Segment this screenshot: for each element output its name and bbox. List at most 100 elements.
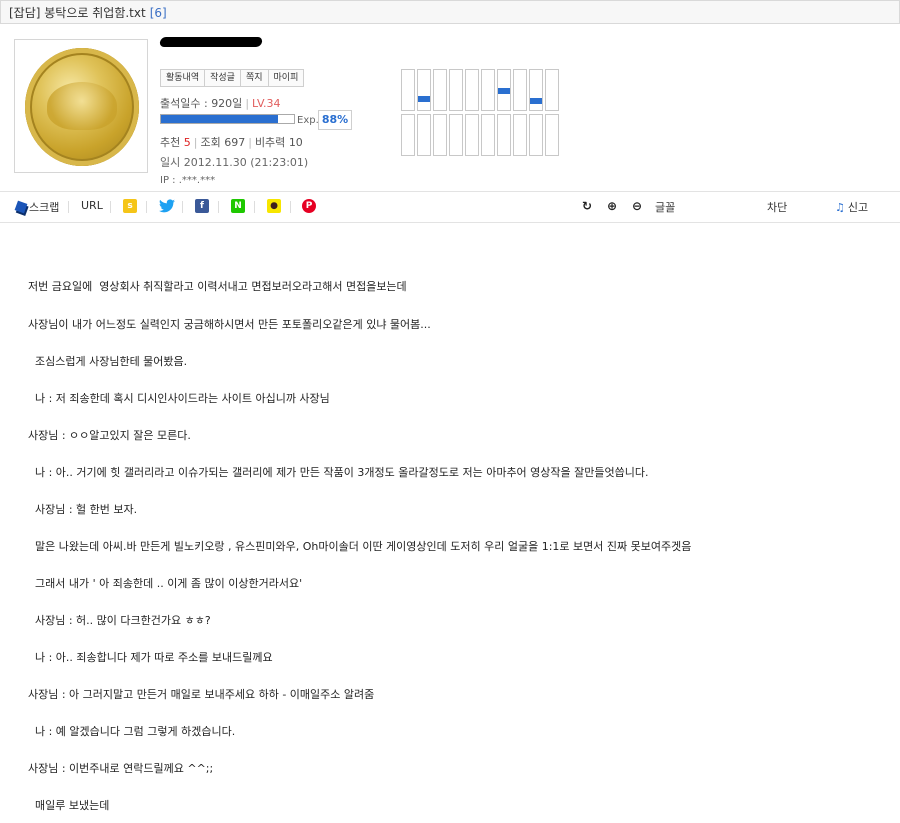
url-button[interactable]: URL bbox=[81, 199, 103, 212]
activity-cell bbox=[417, 114, 431, 156]
activity-cell bbox=[449, 114, 463, 156]
block-label: 차단 bbox=[767, 201, 788, 214]
post-title-bar: [잡담] 봉탁으로 취업함.txt [6] bbox=[0, 0, 900, 24]
eagle-emblem bbox=[47, 82, 117, 130]
tab-activity[interactable]: 활동내역 bbox=[160, 69, 206, 87]
kakaostory-icon: s bbox=[123, 199, 137, 213]
zoom-in-icon: ⊕ bbox=[607, 199, 618, 213]
body-line: 나 : 아.. 거기에 힛 갤러리라고 이슈가되는 갤러리에 제가 만든 작품이… bbox=[28, 466, 649, 479]
activity-cell bbox=[433, 114, 447, 156]
post-ip: IP : .***.*** bbox=[160, 175, 216, 186]
refresh-icon: ↻ bbox=[582, 199, 593, 213]
tab-posts[interactable]: 작성글 bbox=[204, 69, 241, 87]
font-label: 글꼴 bbox=[655, 201, 676, 214]
body-line: 사장님 : 아 그러지말고 만든거 매일로 보내주세요 하하 - 이매일주소 알… bbox=[28, 688, 375, 701]
exp-label: Exp. bbox=[297, 115, 319, 126]
post-title: [잡담] 봉탁으로 취업함.txt [6] bbox=[9, 4, 167, 21]
share-twitter-button[interactable] bbox=[159, 199, 175, 213]
body-line: 사장님이 내가 어느정도 실력인지 궁금해하시면서 만든 포토폴리오같은게 있냐… bbox=[28, 318, 431, 331]
activity-cell bbox=[497, 69, 511, 111]
activity-cell bbox=[529, 69, 543, 111]
zoom-out-icon: ⊖ bbox=[632, 199, 643, 213]
exp-progress-bar bbox=[160, 114, 295, 124]
post-stats: 추천 5 | 조회 697 | 비추력 10 bbox=[160, 136, 303, 149]
body-line: 사장님 : 허.. 많이 다크한건가요 ㅎㅎ? bbox=[28, 614, 211, 627]
block-button[interactable]: 차단 bbox=[767, 199, 787, 215]
share-kakaostory-button[interactable]: s bbox=[123, 199, 137, 213]
body-line: 저번 금요일에 영상회사 취직할라고 이력서내고 면접보러오라고해서 면접을보는… bbox=[28, 280, 407, 293]
body-line: 나 : 아.. 죄송합니다 제가 따로 주소를 보내드릴께요 bbox=[28, 651, 273, 664]
activity-level bbox=[418, 96, 430, 102]
activity-cell bbox=[401, 69, 415, 111]
level-badge: LV.34 bbox=[252, 97, 281, 110]
body-line: 사장님 : ㅇㅇ알고있지 잘은 모른다. bbox=[28, 429, 191, 442]
activity-cell bbox=[449, 69, 463, 111]
body-line: 그래서 내가 ' 아 죄송한데 .. 이게 좀 많이 이상한거라서요' bbox=[28, 577, 303, 590]
views-value: 697 bbox=[224, 136, 246, 149]
post-title-text: [잡담] 봉탁으로 취업함.txt bbox=[9, 6, 146, 20]
post-date: 일시 2012.11.30 (21:23:01) bbox=[160, 156, 309, 169]
body-line: 말은 나왔는데 아씨.바 만든게 빌노키오랑 , 유스핀미와우, Oh마이솔더 … bbox=[28, 540, 692, 553]
activity-cell bbox=[465, 114, 479, 156]
activity-cell bbox=[433, 69, 447, 111]
activity-grid bbox=[401, 69, 563, 157]
exp-progress-fill bbox=[161, 115, 279, 123]
body-line: 매일루 보냈는데 bbox=[28, 799, 110, 812]
facebook-icon: f bbox=[195, 199, 209, 213]
views-label: 조회 bbox=[200, 136, 221, 149]
tab-mypi[interactable]: 마이피 bbox=[267, 69, 305, 87]
font-button[interactable]: 글꼴 bbox=[655, 199, 675, 215]
bell-icon: ♫ bbox=[835, 200, 845, 214]
scrap-icon bbox=[14, 200, 28, 214]
body-line: 나 : 저 죄송한데 혹시 디시인사이드라는 사이트 아십니까 사장님 bbox=[28, 392, 330, 405]
activity-cell bbox=[513, 69, 527, 111]
activity-cell bbox=[545, 69, 559, 111]
share-facebook-button[interactable]: f bbox=[195, 199, 209, 213]
naver-icon: N bbox=[231, 199, 245, 213]
share-pinterest-button[interactable]: P bbox=[302, 199, 316, 213]
activity-cell bbox=[481, 69, 495, 111]
activity-cell bbox=[497, 114, 511, 156]
pinterest-icon: P bbox=[302, 199, 316, 213]
twitter-icon bbox=[159, 199, 175, 213]
scrap-button[interactable]: 스크랩 bbox=[14, 199, 60, 215]
attendance-value: 920일 bbox=[211, 97, 243, 110]
attendance-label: 출석일수 : bbox=[160, 97, 208, 110]
not-recommend-label: 비추력 bbox=[254, 136, 286, 149]
kakaotalk-icon: ● bbox=[267, 199, 281, 213]
comment-count[interactable]: [6] bbox=[150, 6, 167, 20]
activity-cell bbox=[481, 114, 495, 156]
body-line: 사장님 : 이번주내로 연락드릴께요 ^^;; bbox=[28, 762, 214, 775]
activity-cell bbox=[465, 69, 479, 111]
exp-percent: 88% bbox=[318, 110, 352, 130]
report-button[interactable]: ♫ 신고 bbox=[835, 199, 868, 215]
tab-message[interactable]: 쪽지 bbox=[239, 69, 269, 87]
body-line: 나 : 예 알겠습니다 그럼 그렇게 하겠습니다. bbox=[28, 725, 236, 738]
url-label: URL bbox=[81, 199, 103, 212]
zoom-out-button[interactable]: ⊖ bbox=[632, 199, 642, 213]
author-profile: 활동내역 작성글 쪽지 마이피 출석일수 : 920일 | LV.34 Exp. 8… bbox=[0, 23, 900, 191]
report-label: 신고 bbox=[847, 201, 869, 214]
profile-tabs: 활동내역 작성글 쪽지 마이피 bbox=[160, 69, 305, 87]
zoom-in-button[interactable]: ⊕ bbox=[607, 199, 617, 213]
share-kakaotalk-button[interactable]: ● bbox=[267, 199, 281, 213]
attendance-info: 출석일수 : 920일 | LV.34 bbox=[160, 97, 281, 110]
gold-coin-image bbox=[25, 48, 139, 166]
recommend-label: 추천 bbox=[160, 136, 181, 149]
post-body: 저번 금요일에 영상회사 취직할라고 이력서내고 면접보러오라고해서 면접을보는… bbox=[0, 222, 900, 823]
avatar[interactable] bbox=[14, 39, 148, 173]
refresh-button[interactable]: ↻ bbox=[582, 199, 592, 213]
activity-cell bbox=[545, 114, 559, 156]
scrap-label: 스크랩 bbox=[29, 201, 60, 214]
activity-level bbox=[498, 88, 510, 94]
activity-cell bbox=[513, 114, 527, 156]
body-line: 조심스럽게 사장님한테 물어봤음. bbox=[28, 355, 188, 368]
not-recommend-value: 10 bbox=[288, 136, 303, 149]
share-naver-button[interactable]: N bbox=[231, 199, 245, 213]
activity-level bbox=[530, 98, 542, 104]
activity-cell bbox=[401, 114, 415, 156]
post-toolbar: 스크랩 URL s f N ● P ↻ ⊕ ⊖ 글꼴 차단 ♫ 신고 bbox=[0, 191, 900, 223]
activity-cell bbox=[417, 69, 431, 111]
body-line: 사장님 : 헐 한번 보자. bbox=[28, 503, 138, 516]
redacted-nickname bbox=[159, 37, 263, 47]
